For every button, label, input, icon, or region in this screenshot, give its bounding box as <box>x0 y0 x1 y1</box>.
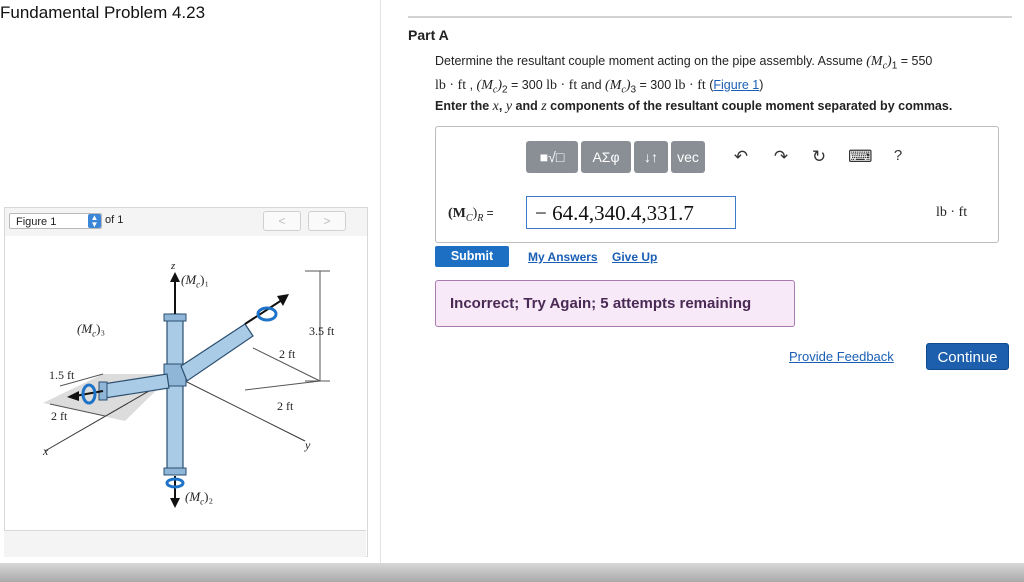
dim-label-2a: 2 ft <box>279 347 296 361</box>
next-figure-button[interactable]: > <box>308 211 346 231</box>
dim-label-35: 3.5 ft <box>309 324 335 338</box>
undo-icon[interactable]: ↶ <box>731 147 751 167</box>
figure-select[interactable]: Figure 1 ▲ ▼ <box>9 213 102 229</box>
diagonal-pipe <box>180 323 254 382</box>
top-rule <box>408 16 1012 18</box>
my-answers-link[interactable]: My Answers <box>528 250 598 264</box>
part-title: Part A <box>408 27 449 43</box>
instruction-text: Enter the x, y and z components of the r… <box>435 99 953 114</box>
panel-divider <box>380 0 381 565</box>
feedback-box: Incorrect; Try Again; 5 attempts remaini… <box>435 280 795 327</box>
feedback-text: Incorrect; Try Again; 5 attempts remaini… <box>450 295 752 312</box>
math-toolbar: ■√□ ΑΣφ ↓↑ vec <box>526 141 705 173</box>
sub-sup-button[interactable]: ↓↑ <box>634 141 668 173</box>
prev-figure-button[interactable]: < <box>263 211 301 231</box>
continue-button[interactable]: Continue <box>926 343 1009 370</box>
figure-select-value: Figure 1 <box>16 216 57 228</box>
answer-input[interactable]: − 64.4,340.4,331.7 <box>526 196 736 229</box>
stepper-icon[interactable]: ▲ ▼ <box>88 214 101 229</box>
page-title: Fundamental Problem 4.23 <box>0 3 206 22</box>
y-axis-label: y <box>305 438 311 452</box>
question-text: Determine the resultant couple moment ac… <box>435 54 933 95</box>
figure-footer-bar <box>4 530 366 557</box>
figure-area: z (Mc)₁ (Mc)₃ (Mc)₂ 3.5 ft 2 ft 2 ft 2 f… <box>4 236 368 557</box>
x-axis-label: x <box>43 444 49 458</box>
dim-line-2b <box>244 380 321 391</box>
mc3-label: (Mc)₃ <box>77 321 106 339</box>
figure-toolbar: Figure 1 ▲ ▼ of 1 < > <box>4 207 368 237</box>
bottom-bar <box>0 563 1024 582</box>
answer-label: (MC)R = <box>448 206 494 224</box>
template-button[interactable]: ■√□ <box>526 141 578 173</box>
reset-icon[interactable]: ↻ <box>809 147 829 167</box>
z-axis-label: z <box>171 260 176 272</box>
dim-label-2b: 2 ft <box>277 399 294 413</box>
figure-link[interactable]: Figure 1 <box>713 78 759 92</box>
greek-button[interactable]: ΑΣφ <box>581 141 631 173</box>
vec-button[interactable]: vec <box>671 141 705 173</box>
dim-label-2c: 2 ft <box>51 409 68 423</box>
mc2-label: (Mc)₂ <box>185 489 214 507</box>
provide-feedback-link[interactable]: Provide Feedback <box>789 349 894 364</box>
give-up-link[interactable]: Give Up <box>612 250 657 264</box>
redo-icon[interactable]: ↷ <box>771 147 791 167</box>
submit-button[interactable]: Submit <box>435 246 509 267</box>
figure-count: of 1 <box>105 214 124 226</box>
help-icon[interactable]: ? <box>888 147 908 164</box>
answer-box: ■√□ ΑΣφ ↓↑ vec ↶ ↷ ↻ ⌨ ? (MC)R = − 64.4,… <box>435 126 999 243</box>
left-panel: Fundamental Problem 4.23 Figure 1 ▲ ▼ of … <box>0 0 380 565</box>
keyboard-icon[interactable]: ⌨ <box>848 147 873 167</box>
vertical-pipe <box>166 313 184 475</box>
mc1-label: (Mc)₁ <box>181 272 210 290</box>
answer-unit: lb · ft <box>936 205 968 220</box>
dim-label-15: 1.5 ft <box>49 368 75 382</box>
